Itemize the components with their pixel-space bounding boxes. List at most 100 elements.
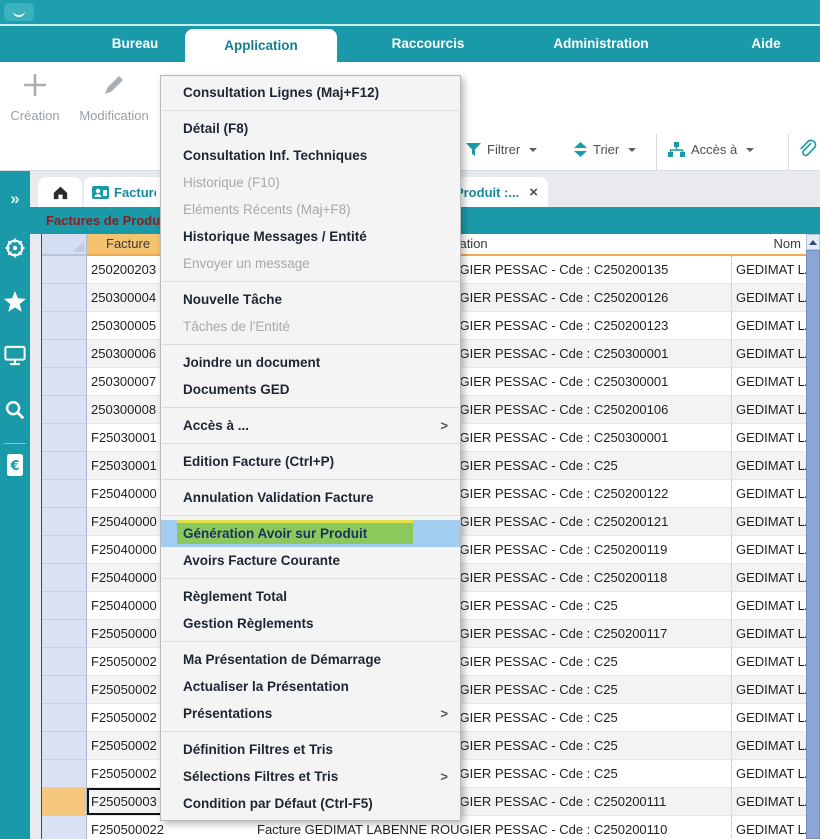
menu-separator bbox=[162, 407, 459, 408]
sidebar-item-favorites[interactable] bbox=[0, 291, 30, 317]
menu-item[interactable]: Génération Avoir sur Produit bbox=[161, 520, 460, 547]
sidebar-item-workstation[interactable] bbox=[0, 345, 30, 371]
cell-nom[interactable]: GEDIMAT LABENNE bbox=[731, 536, 807, 564]
cell-nom[interactable]: GEDIMAT LABENNE bbox=[731, 816, 807, 839]
row-selector[interactable] bbox=[42, 648, 87, 676]
row-selector[interactable] bbox=[42, 620, 87, 648]
org-chart-icon bbox=[668, 142, 685, 157]
vertical-scrollbar[interactable] bbox=[806, 234, 820, 839]
row-selector[interactable] bbox=[42, 564, 87, 592]
row-selector[interactable] bbox=[42, 396, 87, 424]
menu-item[interactable]: Présentations> bbox=[161, 700, 460, 727]
menu-item[interactable]: Règlement Total bbox=[161, 583, 460, 610]
row-selector[interactable] bbox=[42, 340, 87, 368]
app-menu-button[interactable] bbox=[4, 3, 34, 21]
row-selector[interactable] bbox=[42, 816, 87, 839]
row-selector[interactable] bbox=[42, 760, 87, 788]
filtrer-button[interactable]: Filtrer bbox=[466, 142, 537, 157]
menu-item[interactable]: Edition Facture (Ctrl+P) bbox=[161, 448, 460, 475]
filter-icon bbox=[466, 143, 481, 157]
menu-item[interactable]: Sélections Filtres et Tris> bbox=[161, 763, 460, 790]
menu-separator bbox=[162, 578, 459, 579]
menu-item[interactable]: Condition par Défaut (Ctrl-F5) bbox=[161, 790, 460, 817]
row-selector[interactable] bbox=[42, 312, 87, 340]
row-selector[interactable] bbox=[42, 480, 87, 508]
attach-document-button[interactable] bbox=[797, 138, 817, 165]
menu-item[interactable]: Annulation Validation Facture bbox=[161, 484, 460, 511]
menubar-tab-aide[interactable]: Aide bbox=[720, 26, 812, 62]
cell-nom[interactable]: GEDIMAT LABENNE bbox=[731, 760, 807, 788]
cell-nom[interactable]: GEDIMAT LABENNE bbox=[731, 564, 807, 592]
menubar-tab-raccourcis[interactable]: Raccourcis bbox=[355, 26, 501, 62]
close-icon[interactable]: × bbox=[529, 185, 538, 200]
scrollbar-thumb[interactable] bbox=[806, 250, 820, 839]
row-selector[interactable] bbox=[42, 536, 87, 564]
menu-item[interactable]: Historique (F10) bbox=[161, 169, 460, 196]
sidebar-collapse-button[interactable]: » bbox=[0, 189, 30, 209]
cell-nom[interactable]: GEDIMAT LABENNE bbox=[731, 312, 807, 340]
sidebar-item-search[interactable] bbox=[0, 399, 30, 426]
row-selector[interactable] bbox=[42, 704, 87, 732]
cell-nom[interactable]: GEDIMAT LABENNE bbox=[731, 648, 807, 676]
menu-item[interactable]: Définition Filtres et Tris bbox=[161, 736, 460, 763]
cell-nom[interactable]: GEDIMAT LABENNE bbox=[731, 732, 807, 760]
menu-item-label: Actualiser la Présentation bbox=[183, 679, 349, 694]
row-selector[interactable] bbox=[42, 452, 87, 480]
cell-nom[interactable]: GEDIMAT LABENNE bbox=[731, 396, 807, 424]
menu-item[interactable]: Joindre un document bbox=[161, 349, 460, 376]
corner-triangle-icon bbox=[73, 241, 84, 252]
create-button[interactable]: Création bbox=[6, 70, 64, 123]
tab-home[interactable] bbox=[38, 177, 82, 207]
cell-nom[interactable]: GEDIMAT LABENNE bbox=[731, 256, 807, 284]
row-selector[interactable] bbox=[42, 284, 87, 312]
modify-button[interactable]: Modification bbox=[66, 70, 162, 123]
cell-nom[interactable]: GEDIMAT LABENNE bbox=[731, 620, 807, 648]
menu-item[interactable]: Tâches de l'Entité bbox=[161, 313, 460, 340]
cell-nom[interactable]: GEDIMAT LABENNE bbox=[731, 480, 807, 508]
acces-a-button[interactable]: Accès à bbox=[668, 142, 754, 157]
scroll-up-button[interactable] bbox=[806, 234, 820, 250]
select-all-header[interactable] bbox=[42, 234, 87, 256]
trier-button[interactable]: Trier bbox=[574, 142, 636, 157]
cell-nom[interactable]: GEDIMAT LABENNE bbox=[731, 592, 807, 620]
row-selector[interactable] bbox=[42, 508, 87, 536]
menu-item[interactable]: Envoyer un message bbox=[161, 250, 460, 277]
menu-item[interactable]: Historique Messages / Entité bbox=[161, 223, 460, 250]
row-selector[interactable] bbox=[42, 676, 87, 704]
menu-item[interactable]: Consultation Lignes (Maj+F12) bbox=[161, 79, 460, 106]
menu-separator bbox=[162, 641, 459, 642]
menubar-tab-application[interactable]: Application bbox=[185, 29, 337, 64]
row-selector[interactable] bbox=[42, 368, 87, 396]
cell-nom[interactable]: GEDIMAT LABENNE bbox=[731, 788, 807, 816]
sidebar-item-invoices[interactable]: € bbox=[0, 453, 30, 484]
row-selector[interactable] bbox=[42, 424, 87, 452]
cell-nom[interactable]: GEDIMAT LABENNE bbox=[731, 676, 807, 704]
cell-nom[interactable]: GEDIMAT LABENNE bbox=[731, 508, 807, 536]
left-sidebar: » bbox=[0, 171, 30, 839]
cell-nom[interactable]: GEDIMAT LABENNE bbox=[731, 368, 807, 396]
row-selector[interactable] bbox=[42, 732, 87, 760]
menu-item[interactable]: Gestion Règlements bbox=[161, 610, 460, 637]
cell-nom[interactable]: GEDIMAT LABENNE bbox=[731, 340, 807, 368]
menu-item[interactable]: Ma Présentation de Démarrage bbox=[161, 646, 460, 673]
row-selector[interactable] bbox=[42, 256, 87, 284]
menu-item[interactable]: Documents GED bbox=[161, 376, 460, 403]
menu-item[interactable]: Consultation Inf. Techniques bbox=[161, 142, 460, 169]
menu-item[interactable]: Accès à ...> bbox=[161, 412, 460, 439]
menu-item[interactable]: Détail (F8) bbox=[161, 115, 460, 142]
menu-item[interactable]: Eléments Récents (Maj+F8) bbox=[161, 196, 460, 223]
menu-item[interactable]: Nouvelle Tâche bbox=[161, 286, 460, 313]
triangle-up-icon bbox=[809, 240, 817, 245]
row-selector[interactable] bbox=[42, 592, 87, 620]
menu-item-label: Génération Avoir sur Produit bbox=[177, 520, 413, 544]
cell-nom[interactable]: GEDIMAT LABENNE bbox=[731, 452, 807, 480]
menubar-tab-administration[interactable]: Administration bbox=[520, 26, 682, 62]
menu-item[interactable]: Avoirs Facture Courante bbox=[161, 547, 460, 574]
cell-nom[interactable]: GEDIMAT LABENNE bbox=[731, 704, 807, 732]
sidebar-item-settings[interactable] bbox=[0, 237, 30, 264]
menu-item[interactable]: Actualiser la Présentation bbox=[161, 673, 460, 700]
row-selector[interactable] bbox=[42, 788, 87, 816]
cell-nom[interactable]: GEDIMAT LABENNE bbox=[731, 424, 807, 452]
cell-nom[interactable]: GEDIMAT LABENNE bbox=[731, 284, 807, 312]
column-header-nom[interactable]: Nom bbox=[731, 234, 807, 256]
